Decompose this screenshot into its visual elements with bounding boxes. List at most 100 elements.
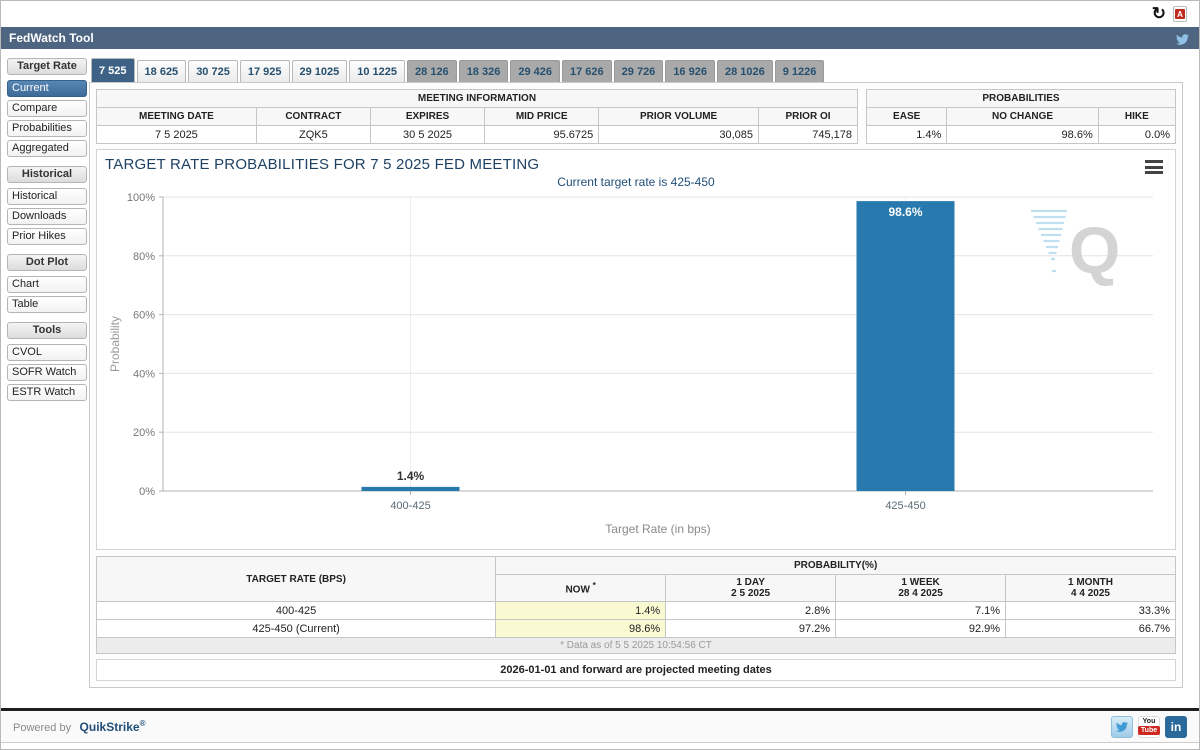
tab-9-1226[interactable]: 9 1226 (774, 60, 825, 82)
registered-mark: ® (139, 718, 146, 728)
tab-17-626[interactable]: 17 626 (562, 60, 612, 82)
prob-summary-title: PROBABILITIES (866, 89, 1176, 108)
meeting-info-col-expires: EXPIRES (369, 107, 486, 126)
meeting-info-value-mid-price: 95.6725 (484, 125, 600, 144)
top-icons: ↻ A (1152, 5, 1187, 23)
powered-by-label: Powered by (13, 721, 72, 734)
meeting-info-col-mid-price: MID PRICE (484, 107, 600, 126)
probability-history-table: TARGET RATE (BPS) PROBABILITY(%) NOW * 1 DA… (95, 556, 1176, 654)
prob-summary-title-row: PROBABILITIES (866, 89, 1176, 108)
sidebar-item-sofr-watch[interactable]: SOFR Watch (7, 364, 87, 381)
history-value-400-425-0: 1.4% (495, 601, 667, 620)
tab-10-1225[interactable]: 10 1225 (349, 60, 406, 82)
sidebar: Target Rate Current Compare Probabilities Ag… (7, 58, 87, 404)
sidebar-item-downloads[interactable]: Downloads (7, 208, 87, 225)
main-panel: MEETING INFORMATION MEETING DATE CONTRACT E… (89, 82, 1183, 688)
history-footnote-row: * Data as of 5 5 2025 10:54:56 CT (96, 637, 1176, 654)
sidebar-item-table[interactable]: Table (7, 296, 87, 313)
history-value-400-425-2: 7.1% (835, 601, 1007, 620)
tab-28-126[interactable]: 28 126 (407, 60, 457, 82)
meeting-information-table: MEETING INFORMATION MEETING DATE CONTRACT E… (96, 89, 858, 144)
x-tick-400-425: 400-425 (390, 500, 430, 512)
projected-dates-note: 2026-01-01 and forward are projected mee… (96, 659, 1176, 681)
sidebar-item-current[interactable]: Current (7, 80, 87, 97)
prob-summary-value-row: 1.4% 98.6% 0.0% (865, 125, 1177, 144)
svg-text:80%: 80% (133, 251, 155, 263)
chart-menu-icon[interactable] (1145, 160, 1163, 177)
refresh-icon[interactable]: ↻ (1152, 5, 1166, 23)
svg-text:100%: 100% (127, 192, 155, 204)
sidebar-section-header-dot-plot: Dot Plot (7, 254, 87, 271)
meeting-info-col-prior-oi: PRIOR OI (758, 107, 858, 126)
meeting-info-value-contract: ZQK5 (255, 125, 371, 144)
tab-30-725[interactable]: 30 725 (188, 60, 238, 82)
footer: Powered by QuikStrike® You Tube in (1, 708, 1199, 743)
tab-18-326[interactable]: 18 326 (458, 60, 509, 82)
y-axis-label: Probability (108, 316, 122, 372)
top-strip: ↻ A (1, 1, 1199, 27)
history-value-425-450-current-1: 97.2% (665, 619, 837, 638)
sidebar-section-header-historical: Historical (7, 166, 87, 183)
prob-summary-col-ease: EASE (865, 107, 948, 126)
sidebar-item-estr-watch[interactable]: ESTR Watch (7, 384, 87, 401)
tab-28-1026[interactable]: 28 1026 (716, 60, 773, 82)
meeting-info-value-prior-volume: 30,085 (598, 125, 760, 144)
twitter-bird-icon (1176, 34, 1190, 45)
history-value-425-450-current-2: 92.9% (835, 619, 1007, 638)
meeting-info-value-prior-oi: 745,178 (758, 125, 858, 144)
sidebar-item-historical[interactable]: Historical (7, 188, 87, 205)
tab-17-925[interactable]: 17 925 (239, 60, 290, 82)
history-col-now: NOW * (495, 574, 667, 602)
prob-summary-value-ease: 1.4% (865, 125, 948, 144)
sidebar-item-prior-hikes[interactable]: Prior Hikes (7, 228, 87, 245)
data-asof-footnote: * Data as of 5 5 2025 10:54:56 CT (96, 637, 1176, 654)
history-value-425-450-current-3: 66.7% (1005, 619, 1176, 638)
chart-panel: TARGET RATE PROBABILITIES FOR 7 5 2025 F… (96, 149, 1176, 550)
twitter-bird-icon (1116, 721, 1129, 732)
probabilities-summary-table: PROBABILITIES EASE NO CHANGE HIKE 1.4% 98.6% 0… (865, 89, 1177, 144)
sidebar-item-compare[interactable]: Compare (7, 100, 87, 117)
tab-29-1025[interactable]: 29 1025 (291, 60, 348, 82)
tab-29-726[interactable]: 29 726 (613, 60, 664, 82)
sidebar-section-header-target-rate: Target Rate (7, 58, 87, 75)
history-row-400-425: 400-425 1.4% 2.8% 7.1% 33.3% (95, 601, 1176, 620)
youtube-tube-label: Tube (1137, 726, 1161, 735)
meeting-info-value-row: 7 5 2025 ZQK5 30 5 2025 95.6725 30,085 745,17… (96, 125, 858, 144)
linkedin-icon[interactable]: in (1165, 715, 1187, 738)
history-row-425-450-current: 425-450 (Current) 98.6% 97.2% 92.9% 66.7% (95, 619, 1176, 638)
meeting-info-col-meeting-date: MEETING DATE (96, 107, 257, 126)
meeting-info-col-contract: CONTRACT (255, 107, 371, 126)
tab-7-525[interactable]: 7 525 (91, 58, 135, 82)
sidebar-item-chart[interactable]: Chart (7, 276, 87, 293)
meeting-date-tabs: 7 525 18 625 30 725 17 925 29 1025 10 1225 28 … (91, 58, 1181, 82)
sidebar-item-cvol[interactable]: CVOL (7, 344, 87, 361)
prob-summary-header-row: EASE NO CHANGE HIKE (865, 107, 1177, 126)
meeting-info-value-expires: 30 5 2025 (369, 125, 486, 144)
bar-400-425[interactable] (361, 486, 460, 491)
svg-text:20%: 20% (133, 427, 155, 439)
powered-by: Powered by QuikStrike® (13, 718, 145, 736)
youtube-icon[interactable]: You Tube (1137, 715, 1161, 738)
sidebar-item-probabilities[interactable]: Probabilities (7, 120, 87, 137)
probability-bar-chart: 0% 20% 40% 60% 80% 100% Q 1.4% 400-425 98.6% 425-4… (108, 192, 1153, 536)
info-tables-row: MEETING INFORMATION MEETING DATE CONTRACT E… (96, 89, 1177, 144)
tab-18-625[interactable]: 18 625 (136, 60, 187, 82)
twitter-social-icon[interactable] (1111, 715, 1133, 738)
bar-label-400-425: 1.4% (397, 469, 425, 483)
history-rate-425-450-current: 425-450 (Current) (95, 619, 497, 638)
bar-425-450[interactable] (856, 201, 955, 491)
quikstrike-brand: QuikStrike (79, 719, 140, 734)
tab-16-926[interactable]: 16 926 (665, 60, 715, 82)
sidebar-item-aggregated[interactable]: Aggregated (7, 140, 87, 157)
tab-29-426[interactable]: 29 426 (510, 60, 560, 82)
history-value-425-450-current-0: 98.6% (495, 619, 667, 638)
meeting-info-value-meeting-date: 7 5 2025 (96, 125, 257, 144)
x-tick-425-450: 425-450 (885, 500, 925, 512)
history-group-header: PROBABILITY(%) (495, 556, 1176, 575)
quikstrike-link[interactable]: QuikStrike® (79, 718, 146, 734)
chart-subtitle: Current target rate is 425-450 (557, 175, 715, 189)
pdf-export-icon[interactable]: A (1173, 6, 1187, 22)
history-col-1-month: 1 MONTH 4 4 2025 (1005, 574, 1176, 602)
prob-summary-value-hike: 0.0% (1097, 125, 1177, 144)
twitter-icon[interactable] (1175, 31, 1190, 45)
